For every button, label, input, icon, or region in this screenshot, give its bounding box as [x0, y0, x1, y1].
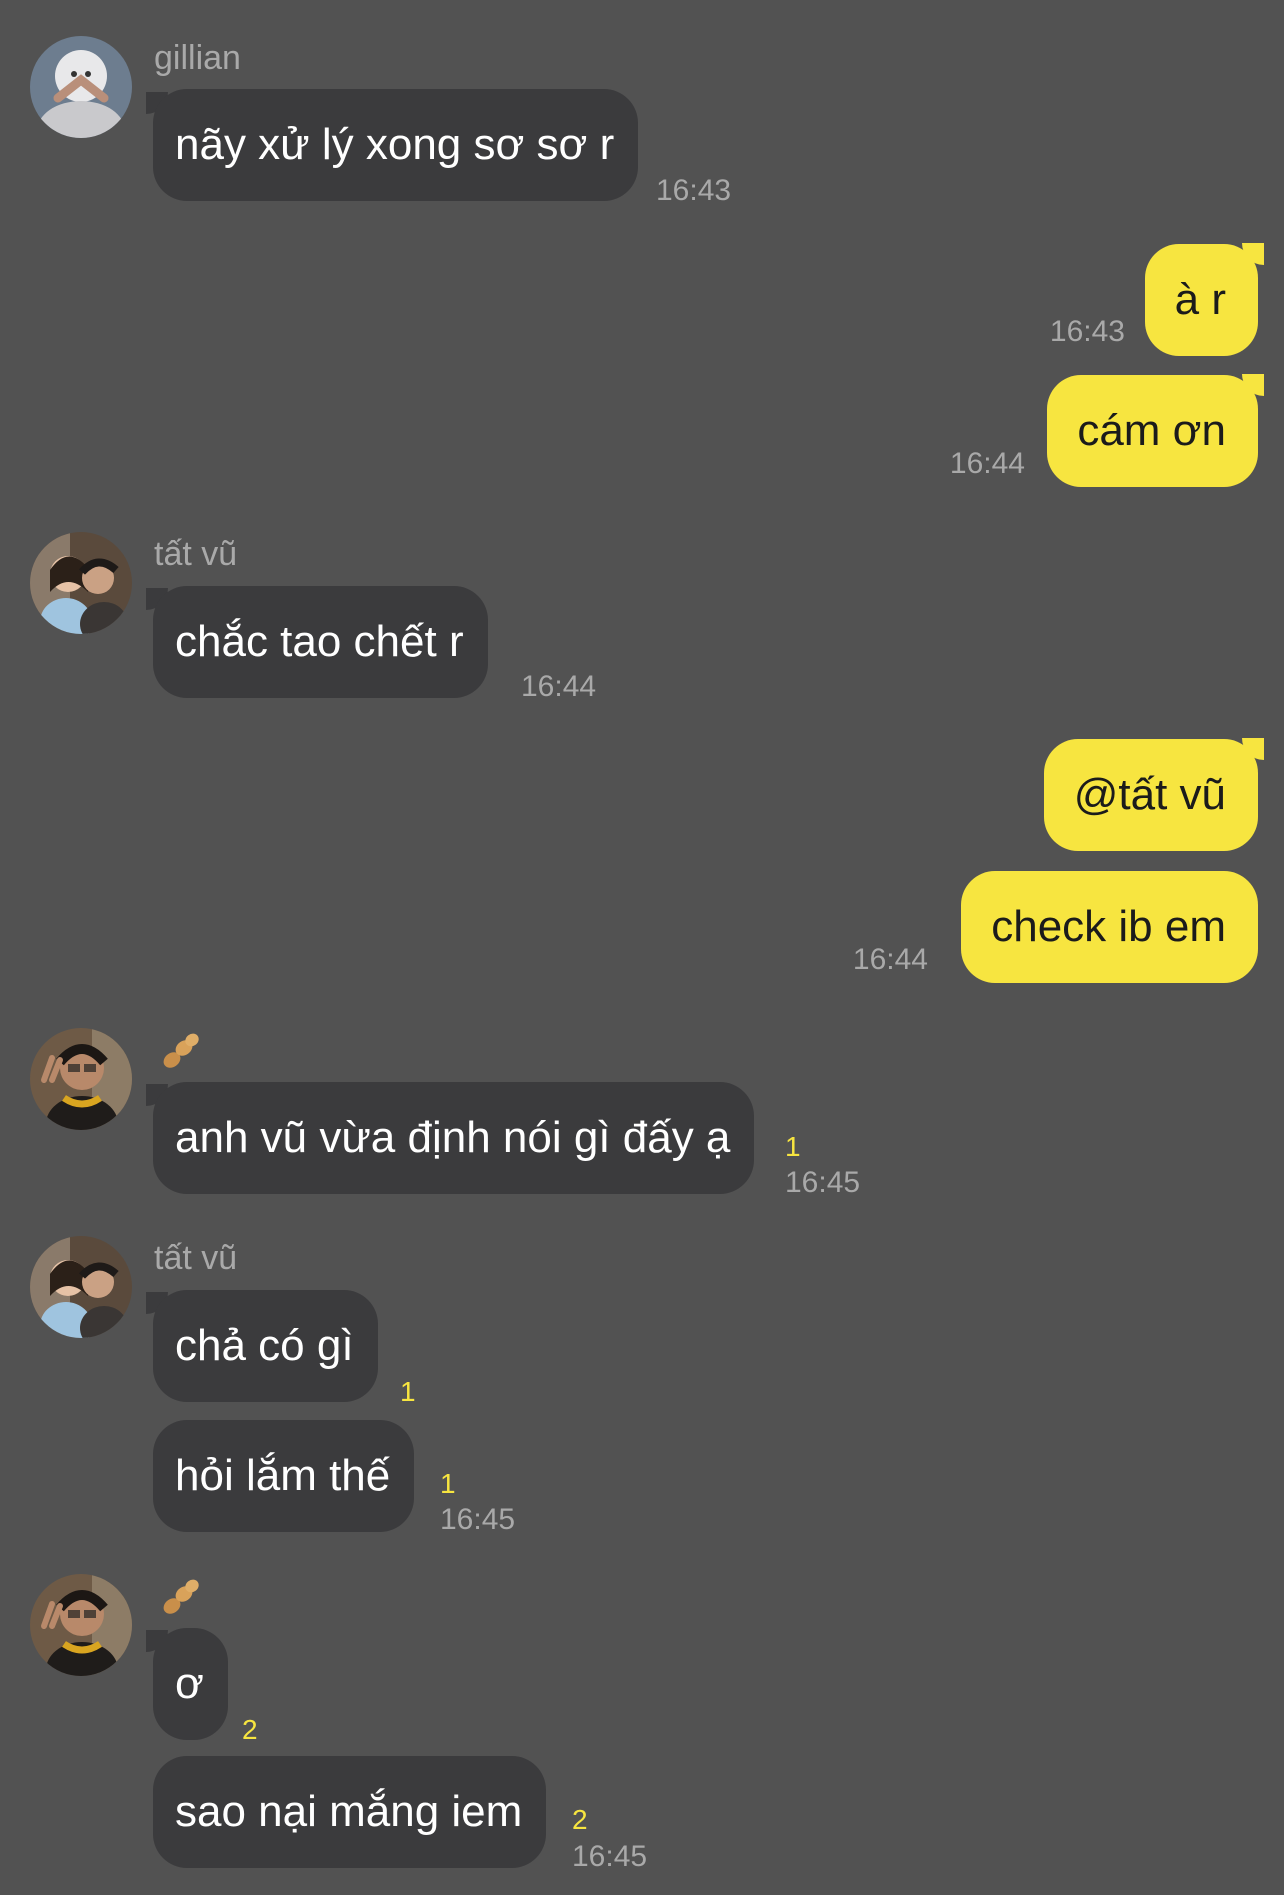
message-timestamp: 16:44 [852, 943, 928, 976]
peanut-emoji-icon [158, 1576, 202, 1620]
unread-count: 1 [785, 1131, 801, 1162]
message-bubble[interactable]: @tất vũ [1043, 739, 1258, 851]
message-timestamp: 16:44 [949, 447, 1025, 480]
message-timestamp: 16:45 [572, 1840, 648, 1873]
avatar-peanut-user[interactable] [30, 1028, 132, 1130]
message-bubble[interactable]: chắc tao chết r [153, 586, 488, 698]
message-timestamp: 16:44 [521, 670, 597, 703]
message-bubble[interactable]: à r [1144, 244, 1258, 356]
unread-count: 2 [242, 1714, 258, 1745]
avatar-tat-vu[interactable] [30, 532, 132, 634]
message-bubble[interactable]: ơ [153, 1628, 228, 1740]
sender-name: tất vũ [154, 535, 238, 573]
peanut-emoji-icon [158, 1030, 202, 1074]
message-timestamp: 16:43 [656, 174, 732, 207]
avatar-peanut-user[interactable] [30, 1574, 132, 1676]
avatar-tat-vu[interactable] [30, 1236, 132, 1338]
message-bubble[interactable]: anh vũ vừa định nói gì đấy ạ [153, 1082, 755, 1194]
message-timestamp: 16:43 [1049, 315, 1125, 348]
avatar-gillian[interactable] [30, 36, 132, 138]
message-bubble[interactable]: chả có gì [153, 1290, 378, 1402]
message-timestamp: 16:45 [440, 1503, 516, 1536]
message-bubble[interactable]: nãy xử lý xong sơ sơ r [153, 89, 639, 201]
message-bubble[interactable]: check ib em [961, 871, 1258, 983]
message-bubble[interactable]: sao nại mắng iem [153, 1756, 547, 1868]
sender-name: tất vũ [154, 1239, 238, 1277]
message-bubble[interactable]: cám ơn [1047, 375, 1258, 487]
unread-count: 2 [572, 1804, 588, 1835]
sender-name: gillian [154, 39, 241, 77]
unread-count: 1 [400, 1376, 416, 1407]
unread-count: 1 [440, 1468, 456, 1499]
message-bubble[interactable]: hỏi lắm thế [153, 1420, 415, 1532]
message-timestamp: 16:45 [785, 1166, 861, 1199]
